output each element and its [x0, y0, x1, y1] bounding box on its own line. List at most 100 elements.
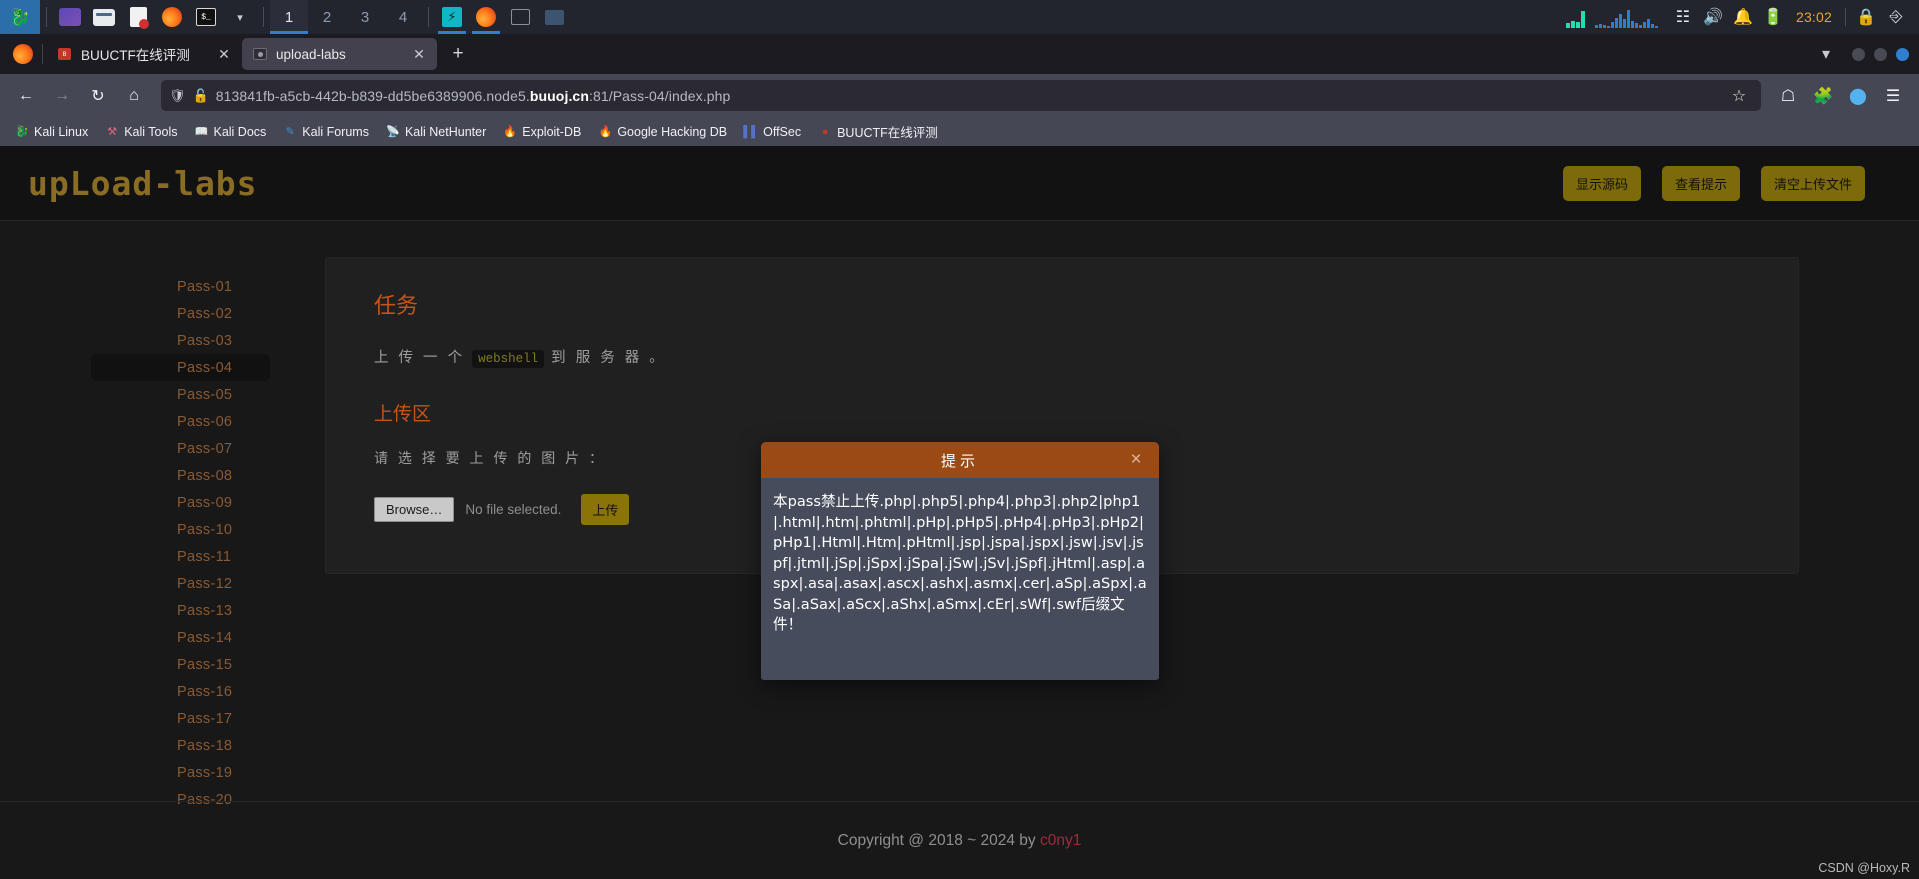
menu-icon[interactable]: ☰: [1876, 79, 1910, 113]
extensions-icon[interactable]: 🧩: [1806, 79, 1840, 113]
copyright-text: Copyright @ 2018 ~ 2024 by: [837, 831, 1040, 849]
sidebar-item-pass-17[interactable]: Pass-17: [91, 705, 270, 732]
clear-uploads-button[interactable]: 清空上传文件: [1760, 165, 1865, 201]
maximize-button[interactable]: [1874, 47, 1887, 61]
launcher-expand-button[interactable]: ▾: [223, 0, 257, 34]
sidebar-item-pass-16[interactable]: Pass-16: [91, 678, 270, 705]
logout-icon[interactable]: ⎆: [1881, 0, 1911, 34]
sidebar-item-pass-09[interactable]: Pass-09: [91, 489, 270, 516]
tab-upload-labs[interactable]: upload-labs ✕: [242, 38, 437, 70]
kali-forums-icon: ✎: [285, 126, 295, 138]
bookmark-star-icon[interactable]: ☆: [1725, 82, 1753, 110]
shield-icon[interactable]: 🛡: [169, 88, 186, 104]
bookmark-kali-tools[interactable]: ⚒ Kali Tools: [98, 122, 184, 142]
new-tab-button[interactable]: +: [443, 39, 473, 69]
site-logo[interactable]: upLoad-labs: [28, 164, 258, 203]
tab-title: upload-labs: [276, 46, 346, 62]
account-icon[interactable]: ⬤: [1841, 79, 1875, 113]
kali-menu-button[interactable]: 🐉: [0, 0, 40, 34]
home-icon[interactable]: ⌂: [117, 79, 151, 113]
firefox-icon: [162, 7, 182, 27]
sidebar-item-pass-01[interactable]: Pass-01: [91, 273, 270, 300]
sidebar-item-pass-12[interactable]: Pass-12: [91, 570, 270, 597]
network-tray-icon[interactable]: ☷: [1668, 0, 1698, 34]
taskbar-app-window[interactable]: [537, 0, 571, 34]
reload-icon[interactable]: ↻: [81, 79, 115, 113]
volume-icon[interactable]: 🔊: [1698, 0, 1728, 34]
taskbar-app-burpsuite[interactable]: ⚡: [435, 0, 469, 34]
tab-close-icon[interactable]: ✕: [409, 44, 429, 64]
task-heading: 任务: [374, 293, 419, 318]
sidebar-item-pass-05[interactable]: Pass-05: [91, 381, 270, 408]
upload-heading: 上传区: [374, 404, 432, 425]
sidebar-item-pass-19[interactable]: Pass-19: [91, 759, 270, 786]
copyright-author[interactable]: c0ny1: [1040, 832, 1081, 849]
close-window-button[interactable]: [1896, 47, 1909, 61]
taskbar-app-firefox[interactable]: [469, 0, 503, 34]
workspace-1[interactable]: 1: [270, 0, 308, 34]
bookmark-kali-linux[interactable]: 🐉 Kali Linux: [8, 122, 95, 142]
forward-icon[interactable]: →: [45, 79, 79, 113]
battery-icon[interactable]: 🔋: [1758, 0, 1788, 34]
close-icon[interactable]: ×: [1123, 442, 1149, 478]
sidebar-item-pass-11[interactable]: Pass-11: [91, 543, 270, 570]
bookmark-kali-forums[interactable]: ✎ Kali Forums: [276, 122, 376, 142]
workspace-2[interactable]: 2: [308, 0, 346, 34]
folder-launcher[interactable]: [87, 0, 121, 34]
tab-close-icon[interactable]: ✕: [214, 44, 234, 64]
firefox-icon-small: [13, 44, 33, 64]
firefox-launcher[interactable]: [155, 0, 189, 34]
taskbar-app-terminal[interactable]: [503, 0, 537, 34]
address-bar[interactable]: 🛡 🔓 813841fb-a5cb-442b-b839-dd5be6389906…: [161, 80, 1761, 111]
firefox-window: B BUUCTF在线评测 ✕ upload-labs ✕ + ▾ ← → ↻ ⌂…: [0, 34, 1919, 879]
sidebar-item-pass-06[interactable]: Pass-06: [91, 408, 270, 435]
show-source-button[interactable]: 显示源码: [1562, 165, 1641, 201]
dialog-title: 提示: [940, 452, 979, 470]
taskbar-divider-2: [263, 7, 264, 27]
document-launcher[interactable]: [121, 0, 155, 34]
file-input[interactable]: Browse… No file selected.: [374, 497, 561, 522]
files-launcher[interactable]: [53, 0, 87, 34]
tab-buuctf[interactable]: B BUUCTF在线评测 ✕: [47, 38, 242, 70]
back-icon[interactable]: ←: [9, 79, 43, 113]
sidebar-item-pass-02[interactable]: Pass-02: [91, 300, 270, 327]
tab-strip: B BUUCTF在线评测 ✕ upload-labs ✕ + ▾: [0, 34, 1919, 74]
sidebar-item-pass-15[interactable]: Pass-15: [91, 651, 270, 678]
document-icon: [129, 7, 149, 29]
pocket-icon[interactable]: ☖: [1771, 79, 1805, 113]
bookmark-label: Kali Linux: [34, 124, 89, 139]
bookmark-exploit-db[interactable]: 🔥 Exploit-DB: [496, 122, 588, 142]
system-taskbar: 🐉 $_ ▾ 1 2 3 4 ⚡ ☷ 🔊 🔔 🔋 23:02 🔒 ⎆: [0, 0, 1919, 34]
files-icon: [59, 8, 81, 26]
tab-list-chevron-icon[interactable]: ▾: [1809, 37, 1843, 71]
sidebar-item-pass-08[interactable]: Pass-08: [91, 462, 270, 489]
lock-icon[interactable]: 🔒: [1851, 0, 1881, 34]
sidebar-item-pass-18[interactable]: Pass-18: [91, 732, 270, 759]
bookmark-google-hacking-db[interactable]: 🔥 Google Hacking DB: [591, 122, 734, 142]
upload-submit-button[interactable]: 上传: [581, 494, 630, 525]
kali-dragon-icon: 🐉: [9, 7, 31, 27]
sidebar-item-pass-10[interactable]: Pass-10: [91, 516, 270, 543]
kali-dragon-icon: 🐉: [15, 126, 29, 138]
minimize-button[interactable]: [1852, 47, 1865, 61]
sidebar-item-pass-03[interactable]: Pass-03: [91, 327, 270, 354]
sidebar-item-pass-14[interactable]: Pass-14: [91, 624, 270, 651]
bookmark-offsec[interactable]: ▌▌ OffSec: [737, 122, 808, 142]
bookmark-kali-docs[interactable]: 📖 Kali Docs: [187, 122, 273, 142]
workspace-3[interactable]: 3: [346, 0, 384, 34]
bookmark-label: Kali NetHunter: [404, 124, 487, 139]
bell-icon[interactable]: 🔔: [1728, 0, 1758, 34]
terminal-launcher[interactable]: $_: [189, 0, 223, 34]
site-header: upLoad-labs 显示源码 查看提示 清空上传文件: [0, 146, 1919, 221]
bookmark-kali-nethunter[interactable]: 📡 Kali NetHunter: [379, 122, 493, 142]
sidebar-item-pass-13[interactable]: Pass-13: [91, 597, 270, 624]
clock[interactable]: 23:02: [1788, 9, 1840, 25]
view-hint-button[interactable]: 查看提示: [1661, 165, 1740, 201]
browse-button[interactable]: Browse…: [374, 497, 455, 522]
taskbar-divider: [46, 7, 47, 27]
insecure-lock-icon[interactable]: 🔓: [193, 88, 209, 104]
sidebar-item-pass-04[interactable]: Pass-04: [91, 354, 270, 381]
workspace-4[interactable]: 4: [384, 0, 422, 34]
sidebar-item-pass-07[interactable]: Pass-07: [91, 435, 270, 462]
bookmark-buuctf[interactable]: ● BUUCTF在线评测: [811, 119, 945, 144]
